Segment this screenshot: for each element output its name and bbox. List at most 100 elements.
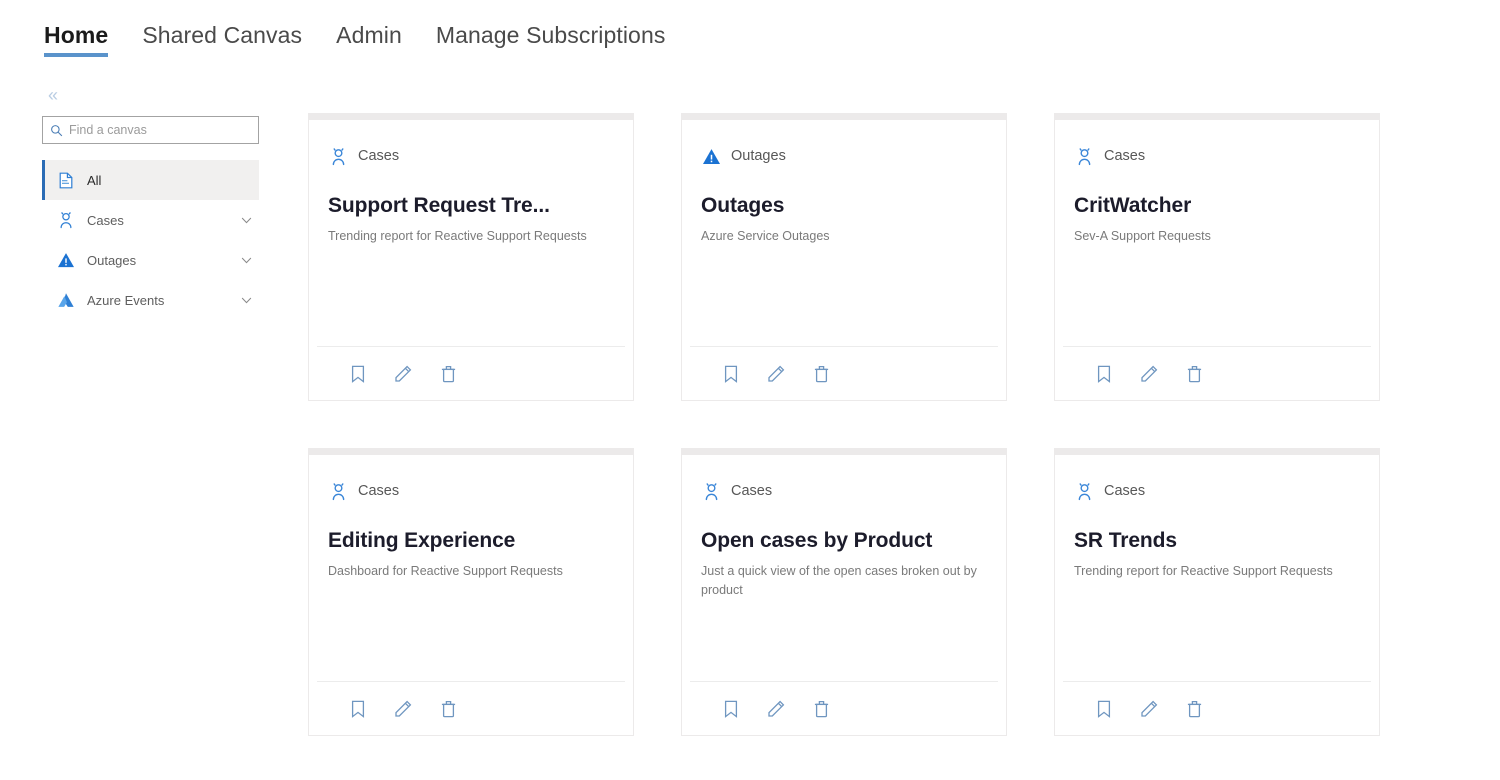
- card-category: Cases: [1074, 481, 1355, 501]
- warning-triangle-icon: [701, 146, 721, 166]
- card-category-label: Outages: [731, 148, 786, 164]
- sidebar-item-azure-events-label: Azure Events: [87, 292, 165, 308]
- card-body: Cases Support Request Tre... Trending re…: [309, 120, 633, 346]
- sidebar: « All: [0, 72, 300, 780]
- edit-icon[interactable]: [1138, 363, 1160, 385]
- tab-home[interactable]: Home: [44, 0, 109, 59]
- top-navigation: Home Shared Canvas Admin Manage Subscrip…: [0, 0, 1500, 72]
- card-title: Open cases by Product: [701, 529, 933, 552]
- card-category: Cases: [1074, 146, 1355, 166]
- person-icon: [1074, 146, 1094, 166]
- card-description: Dashboard for Reactive Support Requests: [328, 564, 563, 578]
- sidebar-item-all-label: All: [87, 172, 102, 188]
- sidebar-item-cases-label: Cases: [87, 212, 124, 228]
- person-icon: [1074, 481, 1094, 501]
- card-description: Azure Service Outages: [701, 229, 830, 243]
- canvas-card[interactable]: Cases SR Trends Trending report for Reac…: [1054, 448, 1380, 736]
- bookmark-icon[interactable]: [347, 363, 369, 385]
- tab-admin[interactable]: Admin: [336, 0, 402, 59]
- edit-icon[interactable]: [1138, 698, 1160, 720]
- sidebar-item-azure-events[interactable]: Azure Events: [42, 280, 259, 320]
- person-icon: [328, 146, 348, 166]
- card-body: Cases CritWatcher Sev-A Support Requests: [1055, 120, 1379, 346]
- canvas-card[interactable]: Cases Open cases by Product Just a quick…: [681, 448, 1007, 736]
- card-top-band: [682, 448, 1006, 455]
- delete-icon[interactable]: [1183, 698, 1205, 720]
- chevron-down-icon[interactable]: [237, 211, 255, 229]
- card-category-label: Cases: [1104, 483, 1146, 499]
- canvas-card[interactable]: Cases Editing Experience Dashboard for R…: [308, 448, 634, 736]
- canvas-card[interactable]: Outages Outages Azure Service Outages: [681, 113, 1007, 401]
- azure-icon: [56, 290, 76, 310]
- card-body: Outages Outages Azure Service Outages: [682, 120, 1006, 346]
- person-icon: [328, 481, 348, 501]
- warning-triangle-icon: [56, 250, 76, 270]
- card-category: Outages: [701, 146, 982, 166]
- card-title: Editing Experience: [328, 529, 516, 552]
- card-category-label: Cases: [358, 483, 400, 499]
- card-category-label: Cases: [731, 483, 773, 499]
- search-box[interactable]: [42, 116, 259, 144]
- tab-home-label: Home: [44, 22, 109, 48]
- card-actions: [690, 681, 998, 735]
- bookmark-icon[interactable]: [1093, 363, 1115, 385]
- edit-icon[interactable]: [392, 363, 414, 385]
- double-chevron-left-icon: «: [47, 85, 58, 105]
- card-actions: [690, 346, 998, 400]
- card-category-label: Cases: [1104, 148, 1146, 164]
- chevron-down-icon[interactable]: [237, 251, 255, 269]
- bookmark-icon[interactable]: [720, 363, 742, 385]
- tab-shared-canvas[interactable]: Shared Canvas: [142, 0, 302, 59]
- tab-manage-subscriptions[interactable]: Manage Subscriptions: [436, 0, 666, 59]
- edit-icon[interactable]: [765, 698, 787, 720]
- card-top-band: [309, 448, 633, 455]
- canvas-card[interactable]: Cases Support Request Tre... Trending re…: [308, 113, 634, 401]
- card-body: Cases Open cases by Product Just a quick…: [682, 455, 1006, 681]
- card-description: Just a quick view of the open cases brok…: [701, 564, 977, 598]
- chevron-down-icon[interactable]: [237, 291, 255, 309]
- edit-icon[interactable]: [392, 698, 414, 720]
- card-description: Trending report for Reactive Support Req…: [1074, 564, 1333, 578]
- card-top-band: [1055, 113, 1379, 120]
- card-title: Outages: [701, 194, 785, 217]
- card-body: Cases Editing Experience Dashboard for R…: [309, 455, 633, 681]
- card-category: Cases: [328, 146, 609, 166]
- tab-manage-subscriptions-label: Manage Subscriptions: [435, 22, 666, 48]
- delete-icon[interactable]: [810, 363, 832, 385]
- search-input[interactable]: [69, 123, 258, 137]
- tab-shared-canvas-label: Shared Canvas: [142, 22, 303, 48]
- card-category-label: Cases: [358, 148, 400, 164]
- card-title: SR Trends: [1074, 529, 1177, 552]
- delete-icon[interactable]: [1183, 363, 1205, 385]
- bookmark-icon[interactable]: [720, 698, 742, 720]
- card-title: Support Request Tre...: [328, 194, 550, 217]
- canvas-card[interactable]: Cases CritWatcher Sev-A Support Requests: [1054, 113, 1380, 401]
- card-title: CritWatcher: [1074, 194, 1192, 217]
- card-category: Cases: [328, 481, 609, 501]
- sidebar-item-outages-label: Outages: [87, 252, 137, 268]
- canvas-card-grid: Cases Support Request Tre... Trending re…: [308, 113, 1428, 736]
- tab-admin-label: Admin: [336, 22, 402, 48]
- edit-icon[interactable]: [765, 363, 787, 385]
- card-actions: [317, 681, 625, 735]
- card-actions: [1063, 346, 1371, 400]
- delete-icon[interactable]: [437, 698, 459, 720]
- card-actions: [317, 346, 625, 400]
- delete-icon[interactable]: [437, 363, 459, 385]
- sidebar-item-outages[interactable]: Outages: [42, 240, 259, 280]
- sidebar-item-all[interactable]: All: [42, 160, 259, 200]
- card-category: Cases: [701, 481, 982, 501]
- search-icon: [43, 124, 69, 137]
- delete-icon[interactable]: [810, 698, 832, 720]
- card-top-band: [1055, 448, 1379, 455]
- person-icon: [701, 481, 721, 501]
- card-description: Sev-A Support Requests: [1074, 229, 1211, 243]
- sidebar-item-cases[interactable]: Cases: [42, 200, 259, 240]
- card-actions: [1063, 681, 1371, 735]
- bookmark-icon[interactable]: [1093, 698, 1115, 720]
- card-description: Trending report for Reactive Support Req…: [328, 229, 587, 243]
- bookmark-icon[interactable]: [347, 698, 369, 720]
- collapse-sidebar-icon[interactable]: «: [42, 84, 64, 106]
- person-icon: [56, 210, 76, 230]
- card-body: Cases SR Trends Trending report for Reac…: [1055, 455, 1379, 681]
